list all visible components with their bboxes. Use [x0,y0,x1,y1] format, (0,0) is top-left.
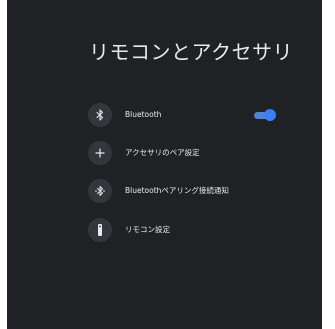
bluetooth-icon [88,103,112,127]
setting-row-bluetooth-notification[interactable]: Bluetoothペアリング接続通知 [88,179,288,205]
setting-label: Bluetooth [125,110,162,119]
plus-icon [88,141,112,165]
setting-row-bluetooth[interactable]: Bluetooth [88,103,288,129]
page-title: リモコンとアクセサリ [89,40,293,64]
setting-label: リモコン設定 [125,225,170,234]
setting-label: Bluetoothペアリング接続通知 [125,186,229,195]
bluetooth-connect-icon [88,179,112,203]
toggle-thumb [264,109,276,121]
setting-label: アクセサリのペア設定 [125,148,200,157]
setting-row-pair-accessory[interactable]: アクセサリのペア設定 [88,141,288,167]
settings-screen: リモコンとアクセサリ Bluetooth アクセサリのペア設定 Bluetoot… [7,0,322,329]
setting-row-remote[interactable]: リモコン設定 [88,218,288,244]
remote-icon [88,218,112,242]
bluetooth-toggle[interactable] [254,109,276,121]
